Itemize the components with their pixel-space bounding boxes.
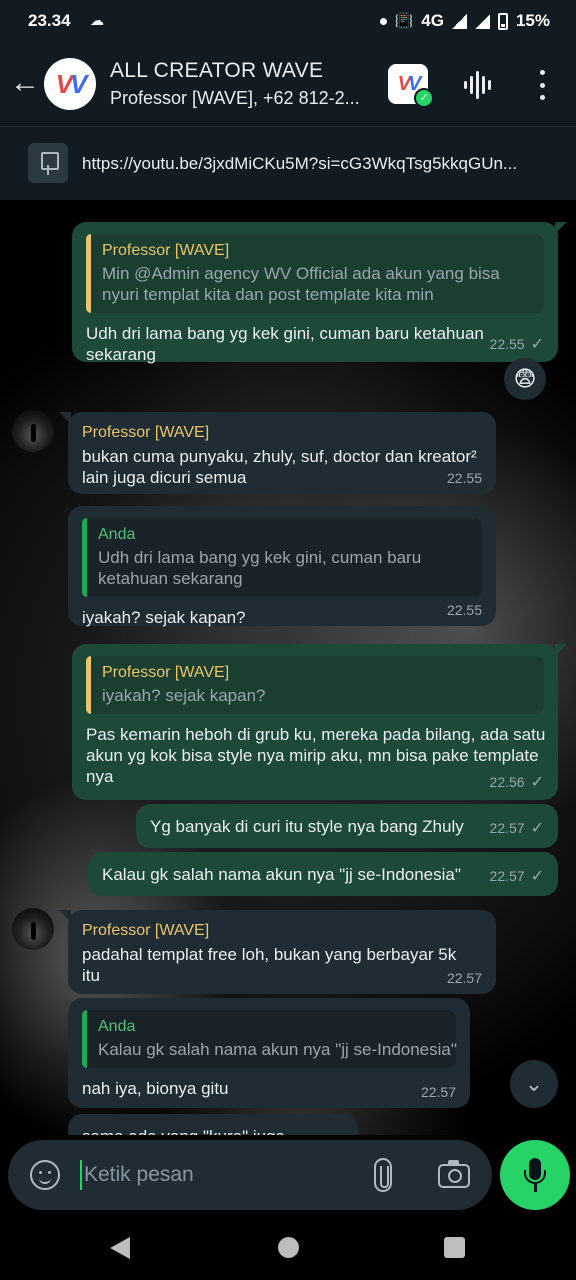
message-bubble-outgoing[interactable]: Kalau gk salah nama akun nya "jj se-Indo… [88, 852, 558, 896]
message-meta: 22.55 ✓ [490, 334, 544, 354]
message-input-box[interactable] [8, 1140, 492, 1210]
message-meta: 22.55 [447, 602, 482, 618]
message-bubble-incoming[interactable]: sama ada yang "kuro" juga [68, 1114, 358, 1135]
message-text: Pas kemarin heboh di grub ku, mereka pad… [86, 725, 546, 786]
quoted-sender: Anda [98, 526, 136, 543]
attach-icon[interactable] [374, 1158, 392, 1192]
message-bubble-incoming[interactable]: Professor [WAVE] bukan cuma punyaku, zhu… [59, 412, 496, 494]
message-bubble-outgoing[interactable]: Professor [WAVE] Min @Admin agency WV Of… [72, 222, 567, 364]
quoted-text: Kalau gk salah nama akun nya "jj se-Indo… [98, 1040, 457, 1059]
composer-bar [0, 1135, 576, 1215]
quoted-text: Min @Admin agency WV Official ada akun y… [102, 264, 500, 304]
quoted-message[interactable]: Professor [WAVE] iyakah? sejak kapan? [86, 656, 544, 714]
battery-icon [497, 12, 508, 30]
group-avatar[interactable]: VV [44, 58, 96, 110]
message-sender: Professor [WAVE] [82, 922, 210, 939]
more-vert-icon[interactable] [532, 70, 552, 100]
scroll-down-icon[interactable]: ⌄ [510, 1060, 558, 1108]
group-name[interactable]: ALL CREATOR WAVE [110, 59, 323, 83]
message-time: 22.55 [489, 336, 525, 352]
pin-icon [28, 143, 68, 183]
message-meta: 22.57 [421, 1084, 456, 1100]
message-text: iyakah? sejak kapan? [82, 608, 246, 627]
message-time: 22.57 [489, 820, 525, 836]
message-text: Yg banyak di curi itu style nya bang Zhu… [150, 817, 464, 836]
signal-icon-2 [474, 13, 490, 29]
sent-check-icon: ✓ [530, 868, 544, 885]
sent-check-icon: ✓ [530, 774, 544, 791]
sender-avatar[interactable] [12, 410, 54, 452]
message-time: 22.57 [446, 970, 482, 986]
message-sender: Professor [WAVE] [82, 424, 210, 441]
message-text: bukan cuma punyaku, zhuly, suf, doctor d… [82, 447, 477, 487]
message-bubble-incoming[interactable]: Anda Udh dri lama bang yg kek gini, cuma… [68, 506, 496, 627]
status-time: 23.34 [28, 11, 71, 30]
message-time: 22.55 [446, 602, 482, 618]
signal-icon [451, 13, 467, 29]
quoted-text: Udh dri lama bang yg kek gini, cuman bar… [98, 548, 422, 588]
message-input[interactable] [84, 1157, 354, 1193]
message-bubble-incoming[interactable]: Anda Kalau gk salah nama akun nya "jj se… [68, 998, 470, 1108]
quoted-sender: Anda [98, 1018, 136, 1035]
quoted-sender: Professor [WAVE] [102, 242, 230, 259]
vibrate-icon: 📳 [394, 13, 414, 30]
text-caret [80, 1160, 82, 1190]
chat-area[interactable]: Professor [WAVE] Min @Admin agency WV Of… [0, 200, 576, 1135]
chat-header: ← VV ALL CREATOR WAVE Professor [WAVE], … [0, 44, 576, 126]
status-right: 📳 4G 15% [379, 11, 550, 31]
quoted-text: iyakah? sejak kapan? [102, 686, 266, 705]
nav-back-icon[interactable] [110, 1237, 130, 1259]
message-text: padahal templat free loh, bukan yang ber… [82, 945, 457, 985]
group-members[interactable]: Professor [WAVE], +62 812-2... [110, 88, 360, 109]
quoted-message[interactable]: Anda Udh dri lama bang yg kek gini, cuma… [82, 518, 482, 597]
message-meta: 22.56 ✓ [490, 772, 544, 792]
verified-check-icon: ✓ [414, 88, 434, 108]
mic-icon[interactable] [500, 1140, 570, 1210]
app-badge-icon[interactable]: VV ✓ [388, 64, 434, 108]
pinned-message-text[interactable]: https://youtu.be/3jxdMiCKu5M?si=cG3WkqTs… [82, 154, 517, 174]
status-bar: 23.34 ☁ 📳 4G 15% [0, 0, 576, 44]
message-bubble-outgoing[interactable]: Yg banyak di curi itu style nya bang Zhu… [136, 804, 558, 848]
message-time: 22.57 [489, 868, 525, 884]
wave-logo: VV [55, 68, 88, 99]
notification-dot-icon [379, 17, 387, 25]
voice-wave-icon[interactable] [464, 70, 496, 100]
message-meta: 22.57 [447, 970, 482, 986]
nav-home-icon[interactable] [278, 1237, 299, 1258]
message-meta: 22.55 [447, 470, 482, 486]
quoted-message[interactable]: Anda Kalau gk salah nama akun nya "jj se… [82, 1010, 457, 1068]
battery-label: 15% [515, 11, 550, 30]
message-time: 22.57 [420, 1084, 456, 1100]
sent-check-icon: ✓ [530, 820, 544, 837]
nav-recents-icon[interactable] [444, 1237, 465, 1258]
sender-avatar[interactable] [12, 908, 54, 950]
quoted-sender: Professor [WAVE] [102, 664, 230, 681]
message-text: Udh dri lama bang yg kek gini, cuman bar… [86, 324, 484, 364]
network-label: 4G [421, 11, 444, 30]
camera-icon[interactable] [438, 1160, 470, 1188]
emoji-icon[interactable] [30, 1160, 60, 1190]
message-bubble-incoming[interactable]: Professor [WAVE] padahal templat free lo… [59, 910, 496, 994]
system-nav-bar [0, 1215, 576, 1280]
message-time: 22.56 [489, 774, 525, 790]
message-text: Kalau gk salah nama akun nya "jj se-Indo… [102, 865, 461, 884]
message-meta: 22.57 ✓ [490, 866, 544, 886]
quoted-message[interactable]: Professor [WAVE] Min @Admin agency WV Of… [86, 234, 544, 313]
message-meta: 22.57 ✓ [490, 818, 544, 838]
message-time: 22.55 [446, 470, 482, 486]
cloud-icon: ☁ [90, 12, 104, 28]
sent-check-icon: ✓ [530, 336, 544, 353]
message-text: nah iya, bionya gitu [82, 1079, 229, 1098]
message-bubble-outgoing[interactable]: Professor [WAVE] iyakah? sejak kapan? Pa… [72, 644, 567, 800]
pinned-message-bar[interactable]: https://youtu.be/3jxdMiCKu5M?si=cG3WkqTs… [0, 126, 576, 200]
message-text: sama ada yang "kuro" juga [82, 1126, 344, 1135]
reaction-emoji[interactable]: 😨 [504, 358, 546, 400]
back-arrow-icon[interactable]: ← [8, 66, 42, 100]
